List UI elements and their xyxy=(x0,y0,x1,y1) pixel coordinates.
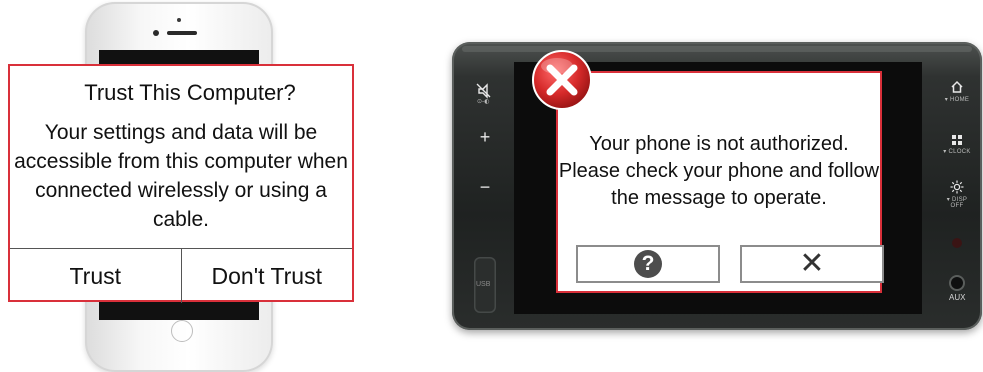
dont-trust-button[interactable]: Don't Trust xyxy=(180,249,353,303)
dialog-title: Trust This Computer? xyxy=(84,80,296,105)
home-button[interactable]: ▾ HOME xyxy=(942,80,972,103)
plus-icon: + xyxy=(479,127,491,147)
dialog-message: Your phone is not authorized. Please che… xyxy=(558,133,880,209)
mute-button[interactable]: ⊙-◐ xyxy=(474,82,496,106)
dialog-button-row: Trust Don't Trust xyxy=(10,248,352,303)
earpiece-speaker xyxy=(167,31,197,35)
disp-off-caption: ▾ DISP OFF xyxy=(946,197,968,209)
close-button[interactable]: ✕ xyxy=(740,245,884,283)
display-off-button[interactable]: ▾ DISP OFF xyxy=(940,180,974,209)
trust-computer-dialog: Trust This Computer? Your settings and d… xyxy=(8,64,354,303)
home-caption: ▾ HOME xyxy=(944,97,970,103)
minus-icon: − xyxy=(479,177,491,197)
volume-up-button[interactable]: + xyxy=(474,128,496,146)
indicator-light xyxy=(952,238,962,248)
home-icon xyxy=(951,80,963,93)
question-mark-icon: ? xyxy=(634,250,662,278)
svg-text:⊙-◐: ⊙-◐ xyxy=(477,98,489,104)
home-button[interactable] xyxy=(171,320,193,342)
help-button[interactable]: ? xyxy=(576,245,720,283)
front-camera xyxy=(153,30,159,36)
volume-down-button[interactable]: − xyxy=(474,178,496,196)
trust-button[interactable]: Trust xyxy=(10,249,181,303)
mute-icon: ⊙-◐ xyxy=(476,83,491,105)
brightness-icon xyxy=(950,180,964,194)
close-icon: ✕ xyxy=(799,247,825,280)
dialog-message: Your settings and data will be accessibl… xyxy=(14,121,348,231)
aux-label: AUX xyxy=(949,293,966,302)
clock-caption: ▾ CLOCK xyxy=(943,149,971,155)
menu-grid-icon xyxy=(952,135,962,145)
clock-button[interactable]: ▾ CLOCK xyxy=(942,134,972,155)
error-x-icon xyxy=(532,50,592,110)
usb-label: USB xyxy=(476,281,491,288)
aux-jack xyxy=(951,277,963,289)
phone-not-authorized-dialog: Your phone is not authorized. Please che… xyxy=(556,71,884,293)
proximity-sensor xyxy=(177,18,181,22)
